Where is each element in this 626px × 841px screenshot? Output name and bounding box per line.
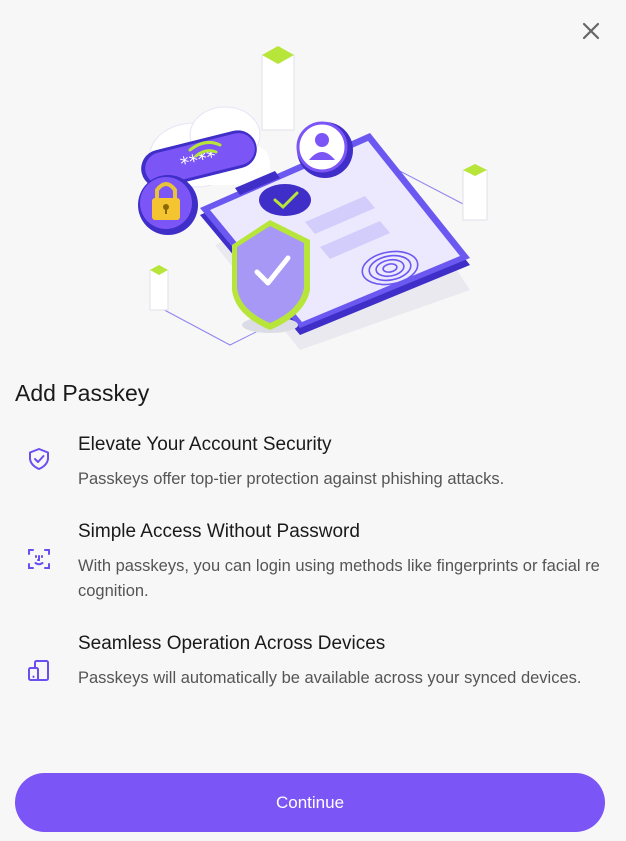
feature-description: Passkeys offer top-tier protection again… xyxy=(78,470,505,488)
close-icon xyxy=(582,22,600,40)
continue-button[interactable]: Continue xyxy=(15,773,605,832)
user-avatar-icon xyxy=(296,121,353,178)
lock-icon xyxy=(138,175,198,235)
feature-heading: Elevate Your Account Security xyxy=(78,434,332,455)
feature-heading: Seamless Operation Across Devices xyxy=(78,633,386,654)
dialog-title: Add Passkey xyxy=(15,380,150,406)
passkey-security-illustration: **** xyxy=(138,46,488,350)
feature-description: Passkeys will automatically be available… xyxy=(78,669,582,687)
shield-check-icon xyxy=(29,448,49,470)
devices-icon xyxy=(28,660,49,681)
feature-heading: Simple Access Without Password xyxy=(78,521,360,542)
feature-description: With passkeys, you can login using metho… xyxy=(78,557,600,600)
face-scan-icon xyxy=(28,549,50,569)
close-button[interactable] xyxy=(580,20,602,42)
add-passkey-dialog: **** Add Passkey Elevate Your Account Se… xyxy=(0,0,626,841)
